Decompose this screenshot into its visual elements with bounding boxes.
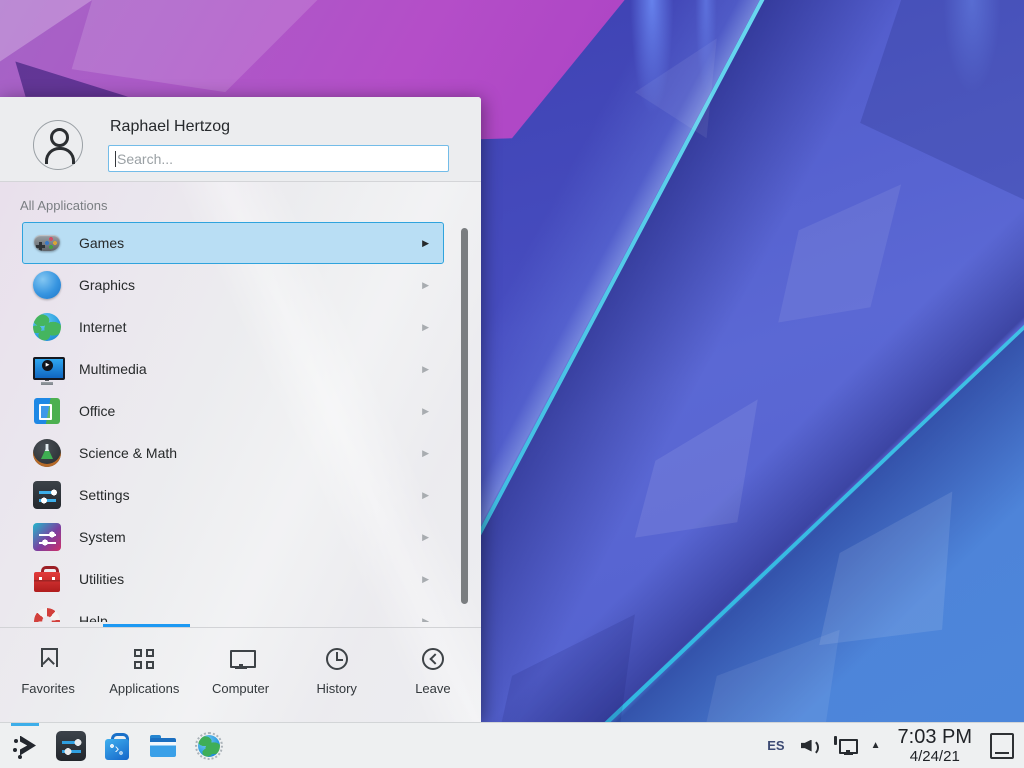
category-row[interactable]: System ▶ — [22, 516, 444, 558]
clock-time: 7:03 PM — [898, 727, 972, 747]
file-manager-icon — [147, 730, 179, 762]
category-row[interactable]: Help ▶ — [22, 600, 444, 622]
tab-label: History — [289, 681, 385, 696]
history-icon — [324, 646, 350, 672]
category-row[interactable]: Games ▶ — [22, 222, 444, 264]
search-input[interactable] — [109, 146, 448, 171]
computer-icon — [228, 646, 254, 672]
launcher-tab[interactable]: Applications — [96, 628, 192, 696]
category-row[interactable]: Multimedia ▶ — [22, 348, 444, 390]
discover-icon — [101, 730, 133, 762]
search-box — [108, 145, 449, 172]
network-icon[interactable] — [832, 735, 858, 757]
category-row[interactable]: Utilities ▶ — [22, 558, 444, 600]
application-launcher-popup: Raphael Hertzog All Applications Games ▶… — [0, 97, 481, 722]
category-row[interactable]: Science & Math ▶ — [22, 432, 444, 474]
help-icon — [31, 605, 63, 622]
multimedia-icon — [31, 353, 63, 385]
launcher-tab[interactable]: History — [289, 628, 385, 696]
science-icon — [31, 437, 63, 469]
favorites-icon — [35, 646, 61, 672]
category-row[interactable]: Office ▶ — [22, 390, 444, 432]
submenu-arrow-icon: ▶ — [422, 616, 429, 623]
category-row[interactable]: Settings ▶ — [22, 474, 444, 516]
volume-icon[interactable] — [799, 735, 821, 757]
system-settings-icon — [55, 730, 87, 762]
applications-icon — [131, 646, 157, 672]
category-list: Games ▶ Graphics ▶ Internet ▶ Mu — [0, 222, 481, 622]
taskbar-app[interactable] — [186, 723, 232, 768]
category-label: Internet — [79, 319, 422, 335]
launcher-tab[interactable]: Favorites — [0, 628, 96, 696]
office-icon — [31, 395, 63, 427]
keyboard-layout-indicator[interactable]: ES — [758, 738, 793, 753]
system-icon — [31, 521, 63, 553]
submenu-arrow-icon: ▶ — [422, 490, 429, 501]
submenu-arrow-icon: ▶ — [422, 364, 429, 375]
taskbar-app[interactable] — [94, 723, 140, 768]
launcher-header: Raphael Hertzog — [0, 97, 481, 182]
submenu-arrow-icon: ▶ — [422, 448, 429, 459]
taskbar: ES ▲ 7:03 PM 4/24/21 — [0, 722, 1024, 768]
category-label: Help — [79, 613, 422, 622]
tab-label: Favorites — [0, 681, 96, 696]
desktop: Raphael Hertzog All Applications Games ▶… — [0, 0, 1024, 768]
utilities-icon — [31, 563, 63, 595]
web-browser-icon — [193, 730, 225, 762]
graphics-icon — [31, 269, 63, 301]
category-label: Multimedia — [79, 361, 422, 377]
submenu-arrow-icon: ▶ — [422, 322, 429, 333]
tab-label: Applications — [96, 681, 192, 696]
kickoff-launcher-icon — [9, 730, 41, 762]
taskbar-app[interactable] — [140, 723, 186, 768]
launcher-tab[interactable]: Computer — [192, 628, 288, 696]
category-row[interactable]: Graphics ▶ — [22, 264, 444, 306]
expand-tray-icon[interactable]: ▲ — [871, 740, 881, 751]
category-label: Utilities — [79, 571, 422, 587]
category-label: Games — [79, 235, 422, 251]
category-label: Settings — [79, 487, 422, 503]
section-label: All Applications — [20, 198, 107, 213]
submenu-arrow-icon: ▶ — [422, 532, 429, 543]
tab-label: Computer — [192, 681, 288, 696]
submenu-arrow-icon: ▶ — [422, 574, 429, 585]
category-label: Science & Math — [79, 445, 422, 461]
taskbar-app[interactable] — [48, 723, 94, 768]
category-label: Graphics — [79, 277, 422, 293]
settings-icon — [31, 479, 63, 511]
gamepad-icon — [31, 227, 63, 259]
user-avatar-icon[interactable] — [33, 120, 83, 170]
scrollbar[interactable] — [461, 228, 468, 604]
leave-icon — [420, 646, 446, 672]
category-label: System — [79, 529, 422, 545]
taskbar-app[interactable] — [2, 723, 48, 768]
category-row[interactable]: Internet ▶ — [22, 306, 444, 348]
user-name: Raphael Hertzog — [110, 118, 230, 136]
submenu-arrow-icon: ▶ — [422, 406, 429, 417]
taskbar-app-icons — [2, 723, 232, 768]
launcher-tab-bar: Favorites Applications Computer History — [0, 628, 481, 722]
submenu-arrow-icon: ▶ — [422, 238, 429, 249]
category-label: Office — [79, 403, 422, 419]
system-tray: ES ▲ 7:03 PM 4/24/21 — [758, 723, 1018, 768]
globe-icon — [31, 311, 63, 343]
show-desktop-button[interactable] — [990, 733, 1014, 759]
tab-label: Leave — [385, 681, 481, 696]
submenu-arrow-icon: ▶ — [422, 280, 429, 291]
digital-clock[interactable]: 7:03 PM 4/24/21 — [898, 727, 972, 764]
clock-date: 4/24/21 — [898, 749, 972, 764]
launcher-tab[interactable]: Leave — [385, 628, 481, 696]
